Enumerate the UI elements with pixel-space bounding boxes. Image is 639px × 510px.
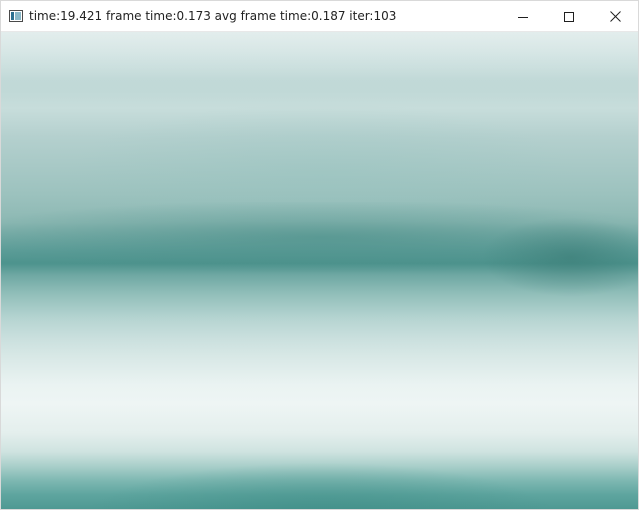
- minimize-button[interactable]: [500, 1, 546, 32]
- maximize-icon: [564, 11, 574, 22]
- close-button[interactable]: [592, 1, 638, 32]
- window-controls: [500, 1, 638, 32]
- window-app-icon[interactable]: [9, 10, 23, 22]
- window-title: time:19.421 frame time:0.173 avg frame t…: [29, 8, 397, 23]
- app-window: time:19.421 frame time:0.173 avg frame t…: [0, 0, 639, 510]
- maximize-button[interactable]: [546, 1, 592, 32]
- title-bar[interactable]: time:19.421 frame time:0.173 avg frame t…: [1, 1, 638, 32]
- horizon-shadow: [481, 217, 638, 297]
- minimize-icon: [518, 16, 528, 18]
- close-icon: [609, 11, 621, 22]
- render-canvas[interactable]: [1, 32, 638, 509]
- sky-haze: [1, 32, 638, 92]
- foreground-water: [81, 462, 561, 509]
